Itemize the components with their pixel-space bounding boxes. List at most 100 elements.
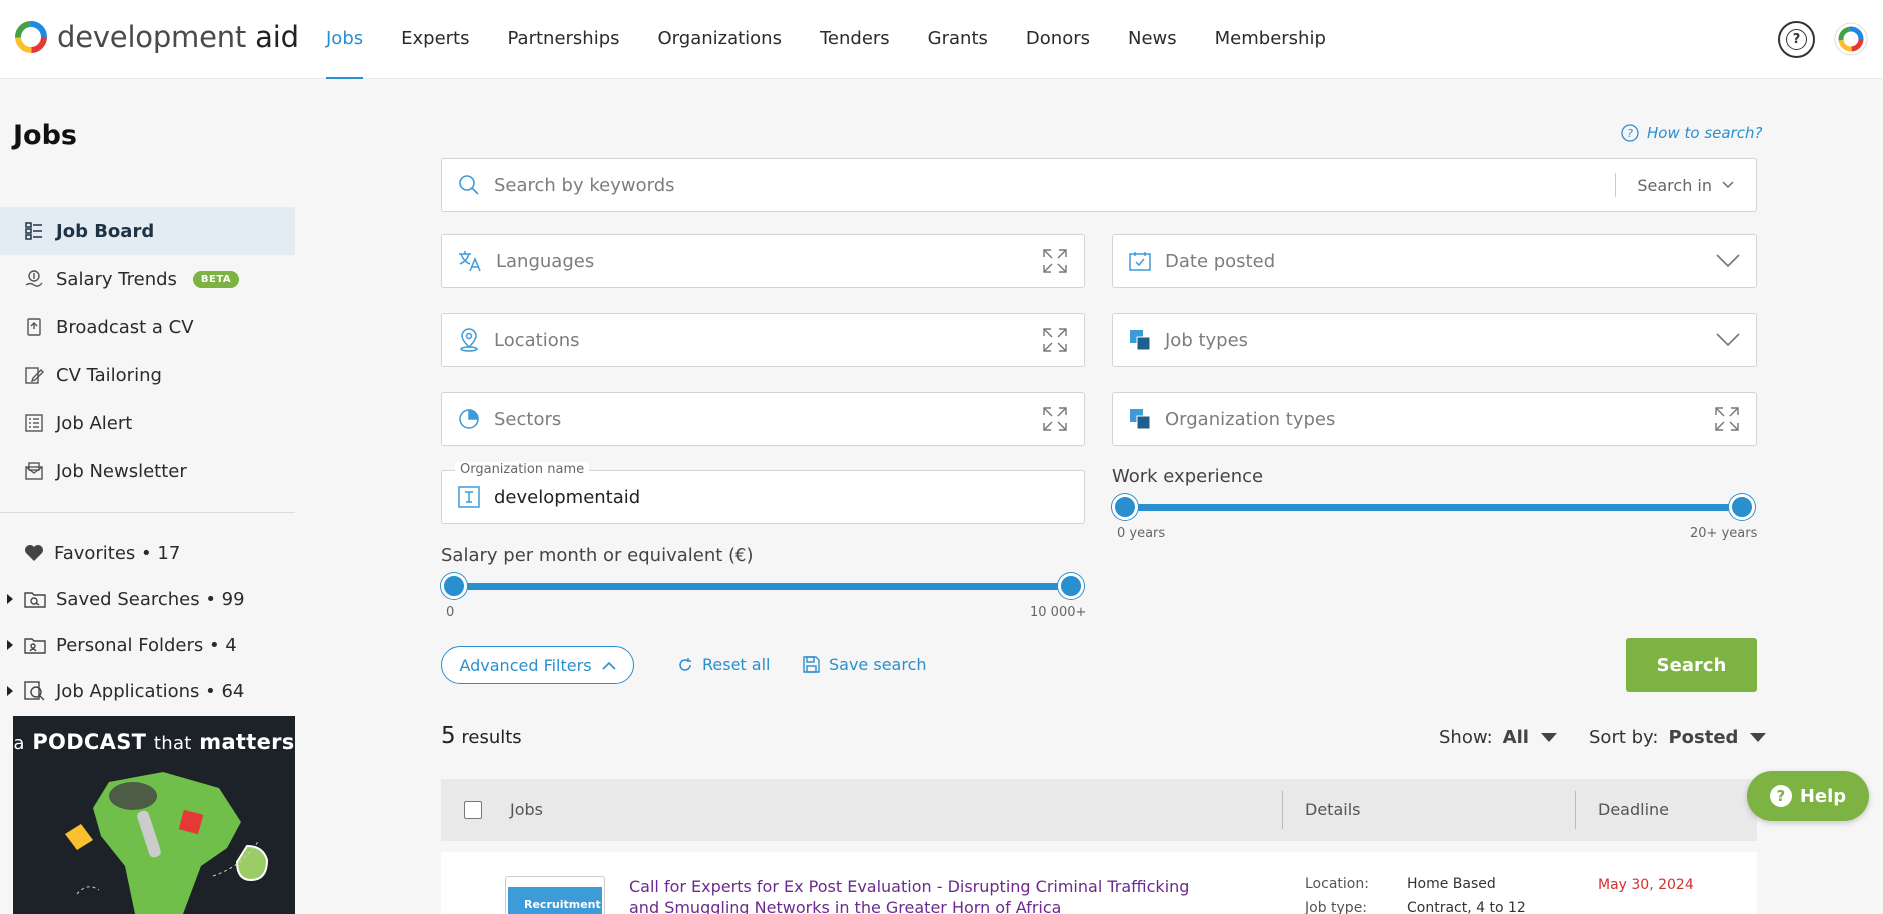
location-pin-icon [460,328,478,352]
expand-icon[interactable] [1714,406,1740,432]
help-chat-button[interactable]: ? Help [1747,771,1869,821]
search-in-dropdown[interactable]: Search in [1615,159,1734,211]
save-icon [803,656,820,673]
search-icon [459,175,479,195]
chevron-down-icon[interactable] [1716,254,1740,268]
expand-icon[interactable] [1042,248,1068,274]
advanced-filters-button[interactable]: Advanced Filters [441,646,634,684]
sidebar-item-favorites[interactable]: Favorites • 17 [0,530,295,576]
sidebar-item-job-newsletter[interactable]: Job Newsletter [0,447,295,495]
sidebar-item-cv-tailoring[interactable]: CV Tailoring [0,351,295,399]
personal-folder-icon [24,638,46,654]
work-experience-min-handle[interactable] [1112,494,1138,520]
sectors-field[interactable]: Sectors [441,392,1085,446]
help-question-icon[interactable]: ? [1778,21,1815,58]
nav-jobs[interactable]: Jobs [307,0,382,79]
sidebar-menu: Job Board Salary Trends BETA Broadcast a… [0,207,295,495]
org-types-icon [1130,409,1151,430]
column-details: Details [1305,800,1361,819]
podcast-banner[interactable]: a PODCAST that matters [13,716,295,914]
sidebar-item-label: Broadcast a CV [56,316,194,338]
keyword-placeholder: Search by keywords [494,174,675,196]
sectors-label: Sectors [494,408,562,430]
nav-donors[interactable]: Donors [1007,0,1109,79]
salary-max-handle[interactable] [1058,573,1084,599]
languages-field[interactable]: Languages [441,234,1085,288]
podcast-illustration [65,772,269,914]
select-all-checkbox[interactable] [464,801,482,819]
locations-field[interactable]: Locations [441,313,1085,367]
job-types-field[interactable]: Job types [1112,313,1757,367]
chevron-down-icon[interactable] [1716,333,1740,347]
show-filter-dropdown[interactable]: Show: All [1439,727,1557,748]
svg-text:?: ? [1627,127,1633,140]
table-row[interactable]: Recruitment Call for Experts for Ex Post… [441,852,1757,914]
sidebar-divider [0,512,295,513]
sidebar-item-label: Job Newsletter [56,460,187,482]
search-in-label: Search in [1637,175,1712,195]
column-deadline: Deadline [1598,800,1669,819]
nav-news[interactable]: News [1109,0,1196,79]
sidebar-item-saved-searches[interactable]: Saved Searches • 99 [0,576,295,622]
nav-grants[interactable]: Grants [909,0,1007,79]
sidebar-item-label: Favorites • 17 [54,542,181,564]
salary-icon [25,270,43,287]
languages-label: Languages [496,250,595,272]
how-to-search-link[interactable]: ? How to search? [1621,124,1762,142]
help-label: Help [1799,785,1847,807]
job-types-label: Job types [1165,329,1249,351]
caret-down-icon [1540,733,1557,742]
date-posted-field[interactable]: Date posted [1112,234,1757,288]
nav-partnerships[interactable]: Partnerships [489,0,639,79]
results-count: 5 results [441,723,522,749]
main-nav: Jobs Experts Partnerships Organizations … [307,0,1345,79]
user-avatar-icon[interactable] [1834,22,1868,56]
nav-experts[interactable]: Experts [382,0,488,79]
sidebar-item-broadcast-cv[interactable]: Broadcast a CV [0,303,295,351]
sidebar-item-salary-trends[interactable]: Salary Trends BETA [0,255,295,303]
expand-icon[interactable] [1042,327,1068,353]
nav-organizations[interactable]: Organizations [639,0,801,79]
heart-icon [25,545,43,561]
save-search-button[interactable]: Save search [803,655,927,674]
expand-caret-icon[interactable] [7,594,13,604]
sidebar-item-job-board[interactable]: Job Board [0,207,295,255]
work-experience-track[interactable] [1125,504,1742,511]
date-posted-label: Date posted [1165,250,1276,272]
chevron-up-icon [601,661,616,670]
column-divider [1282,791,1283,829]
search-submit-button[interactable]: Search [1626,638,1757,692]
advanced-filters-label: Advanced Filters [459,655,592,675]
salary-max-label: 10 000+ [1030,605,1087,620]
sidebar-item-personal-folders[interactable]: Personal Folders • 4 [0,622,295,668]
caret-down-icon [1750,733,1767,742]
sidebar-title: Jobs [13,120,77,151]
logo[interactable]: development aid [13,19,299,55]
expand-icon[interactable] [1042,406,1068,432]
sidebar-item-label: CV Tailoring [56,364,162,386]
job-board-icon [25,222,42,240]
work-experience-label: Work experience [1112,466,1264,487]
top-header: development aid Jobs Experts Partnership… [0,0,1883,79]
sort-by-dropdown[interactable]: Sort by: Posted [1589,727,1767,748]
expand-caret-icon[interactable] [7,640,13,650]
job-title-link[interactable]: Call for Experts for Ex Post Evaluation … [629,876,1219,914]
edit-icon [25,367,44,384]
reset-all-button[interactable]: Reset all [677,655,770,674]
nav-tenders[interactable]: Tenders [801,0,909,79]
organization-name-input[interactable]: Organization name developmentaid [441,462,1085,524]
reset-all-label: Reset all [702,655,771,674]
work-experience-max-handle[interactable] [1729,494,1755,520]
salary-min-handle[interactable] [441,573,467,599]
organization-types-field[interactable]: Organization types [1112,392,1757,446]
nav-membership[interactable]: Membership [1196,0,1345,79]
sidebar-item-job-alert[interactable]: Job Alert [0,399,295,447]
sort-label: Sort by: [1589,727,1659,748]
expand-caret-icon[interactable] [7,686,13,696]
logo-text: development aid [57,20,299,54]
keyword-search-input[interactable]: Search by keywords Search in [441,158,1757,212]
sidebar-item-job-applications[interactable]: Job Applications • 64 [0,668,295,714]
saved-search-folder-icon [24,592,46,608]
sidebar-item-label: Personal Folders • 4 [56,634,237,656]
salary-track[interactable] [454,583,1071,590]
